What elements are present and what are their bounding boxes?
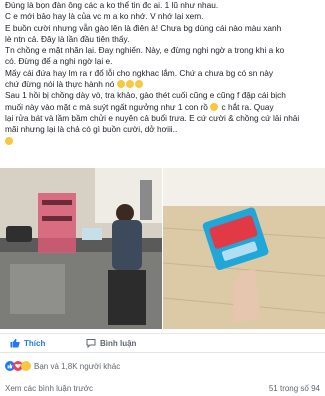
laughing-emoji [116, 80, 125, 89]
post-line: Tn chồng e mặt nhăn lại. Đay nghiến. Này… [5, 45, 285, 56]
condom-packet-photo[interactable] [163, 168, 325, 329]
post-line: E buồn cười nhưng vẫn gào lên là điên à!… [5, 22, 282, 33]
comment-label: Bình luận [100, 338, 137, 348]
post-line: Đúng là bọn đàn ông các a ko thể tin đc … [5, 0, 219, 10]
post-line-emoji-only [5, 136, 323, 147]
like-label: Thích [24, 338, 46, 348]
smile-emoji [210, 102, 219, 111]
post-line: mãi nhưng lại là chả có gì buồn cười, dở… [5, 124, 178, 135]
comments-count: 51 trong số 94 [268, 384, 320, 393]
post-line: lè ntn cả. Đây là lần đầu tiên thấy. [5, 33, 130, 44]
photo-grid[interactable] [0, 168, 325, 329]
post-text: Đúng là bọn đàn ông các a ko thể tin đc … [5, 0, 323, 147]
post-line: c hắt ra. Quay [221, 101, 274, 112]
view-previous-comments-link[interactable]: Xem các bình luận trước [5, 384, 93, 393]
reactions-summary[interactable]: Bạn và 1,8K người khác [5, 361, 120, 371]
comment-bubble-icon [86, 339, 96, 348]
post-line: Sau 1 hồi bị chồng dày vò, tra khảo, gào… [5, 90, 286, 101]
laughing-emoji [125, 80, 134, 89]
like-button[interactable]: Thích [10, 338, 45, 348]
action-bar: Thích Bình luận [0, 333, 325, 353]
haha-reaction-icon [21, 361, 31, 371]
laughing-emoji [5, 136, 13, 145]
post-line-with-emoji: muối này vào mặt c mà suýt ngất ngưởng n… [5, 102, 323, 113]
reactions-count: Bạn và 1,8K người khác [34, 361, 121, 371]
post-line: muối này vào mặt c mà suýt ngất ngưởng n… [5, 101, 208, 112]
laughing-emoji [134, 80, 143, 89]
post-line-with-emoji: chứ đừng nói là thực hành nó [5, 79, 323, 90]
post-line: lại rửa bát và lầm bầm chửi e nuyên cả b… [5, 112, 300, 123]
thumbs-up-icon [10, 338, 20, 348]
post-line: chứ đừng nói là thực hành nó [5, 79, 115, 90]
post-line: có. Đừng để a nghi ngờ lại e. [5, 56, 113, 67]
kitchen-photo[interactable] [0, 168, 162, 329]
comment-button[interactable]: Bình luận [86, 338, 136, 348]
post-line: Mấy cái đứa hay lm ra r đổ lỗi cho ngkha… [5, 67, 273, 78]
post-line: C e mới bảo hay là của vc m a ko nhớ. V … [5, 11, 204, 22]
comments-footer: Xem các bình luận trước 51 trong số 94 [5, 384, 320, 393]
